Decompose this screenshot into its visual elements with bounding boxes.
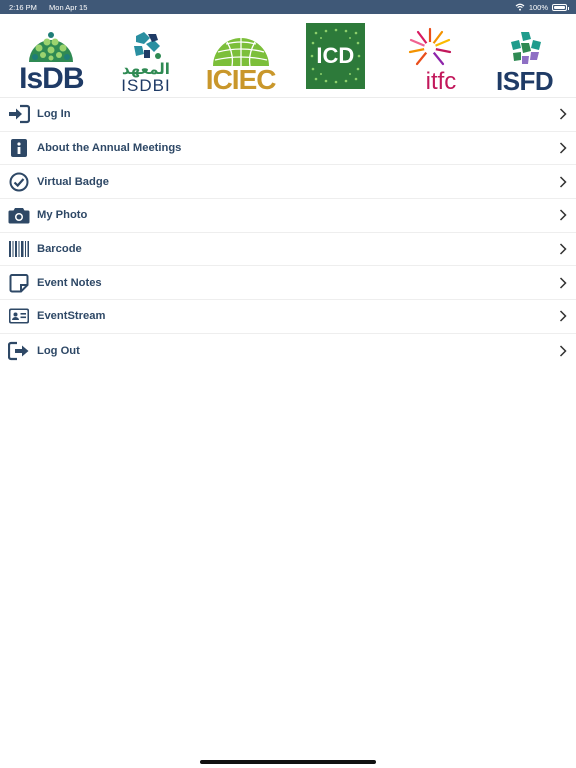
- isdbi-arabic-text: المعهد: [122, 60, 170, 78]
- chevron-right-icon: [559, 310, 567, 322]
- menu-label-log-out: Log Out: [37, 344, 80, 357]
- status-time: 2:16 PM: [9, 2, 37, 12]
- isdb-globe-icon: [29, 31, 74, 62]
- isfd-mark-icon: [510, 31, 541, 64]
- status-right: 100%: [515, 2, 569, 12]
- isfd-logo-text: ISFD: [495, 65, 554, 96]
- id-card-icon: [8, 305, 30, 327]
- note-icon: [8, 272, 30, 294]
- battery-fill: [554, 5, 565, 9]
- icd-logo-box: ICD: [305, 22, 365, 89]
- chevron-right-icon: [559, 142, 567, 154]
- login-icon: [8, 103, 30, 125]
- logo-strip: IsDB المعهد ISDBI ICIEC ICD itfc ISFD: [0, 14, 576, 97]
- iciec-logo-text: ICIEC: [205, 63, 277, 95]
- status-left: 2:16 PM Mon Apr 15: [9, 3, 97, 12]
- camera-icon: [8, 204, 30, 226]
- menu-item-virtual-badge[interactable]: Virtual Badge: [0, 165, 576, 200]
- menu-item-my-photo[interactable]: My Photo: [0, 199, 576, 233]
- menu-label-virtual-badge: Virtual Badge: [37, 175, 109, 188]
- chevron-right-icon: [559, 243, 567, 255]
- logo-isdb: IsDB: [11, 18, 91, 94]
- isdbi-logo-text: ISDBI: [121, 75, 171, 95]
- menu-label-log-in: Log In: [37, 108, 71, 121]
- itfc-logo-text: itfc: [425, 67, 457, 95]
- battery-icon: [552, 3, 569, 11]
- info-icon: [8, 137, 30, 159]
- battery-percent: 100%: [528, 2, 548, 12]
- isdb-logo-text: IsDB: [19, 61, 84, 95]
- check-circle-icon: [8, 171, 30, 193]
- menu-item-about[interactable]: About the Annual Meetings: [0, 132, 576, 166]
- barcode-icon: [8, 238, 30, 260]
- menu-item-log-out[interactable]: Log Out: [0, 334, 576, 368]
- main-menu: Log In About the Annual Meetings Virtual…: [0, 97, 576, 368]
- logo-icd: ICD: [295, 18, 375, 94]
- menu-item-log-in[interactable]: Log In: [0, 98, 576, 132]
- iciec-globe-icon: [212, 37, 269, 66]
- chevron-right-icon: [559, 277, 567, 289]
- logo-isfd: ISFD: [485, 18, 565, 94]
- chevron-right-icon: [559, 176, 567, 188]
- isdbi-mark-icon: [133, 31, 161, 59]
- menu-label-barcode: Barcode: [37, 243, 82, 256]
- menu-label-about: About the Annual Meetings: [37, 142, 182, 155]
- logo-isdbi: المعهد ISDBI: [106, 18, 186, 94]
- menu-item-event-notes[interactable]: Event Notes: [0, 266, 576, 301]
- menu-label-event-notes: Event Notes: [37, 276, 102, 289]
- logo-itfc: itfc: [390, 18, 470, 94]
- logo-iciec: ICIEC: [201, 18, 281, 94]
- wifi-icon: [515, 3, 525, 11]
- chevron-right-icon: [559, 345, 567, 357]
- menu-item-barcode[interactable]: Barcode: [0, 233, 576, 267]
- itfc-burst-icon: [408, 27, 452, 65]
- home-indicator[interactable]: [200, 760, 376, 764]
- menu-item-eventstream[interactable]: EventStream: [0, 300, 576, 334]
- icd-logo-text: ICD: [316, 42, 355, 68]
- status-date: Mon Apr 15: [49, 2, 88, 12]
- logout-icon: [8, 340, 30, 362]
- chevron-right-icon: [559, 108, 567, 120]
- chevron-right-icon: [559, 209, 567, 221]
- status-bar: 2:16 PM Mon Apr 15 100%: [0, 0, 576, 14]
- menu-label-my-photo: My Photo: [37, 209, 88, 222]
- menu-label-eventstream: EventStream: [37, 310, 106, 323]
